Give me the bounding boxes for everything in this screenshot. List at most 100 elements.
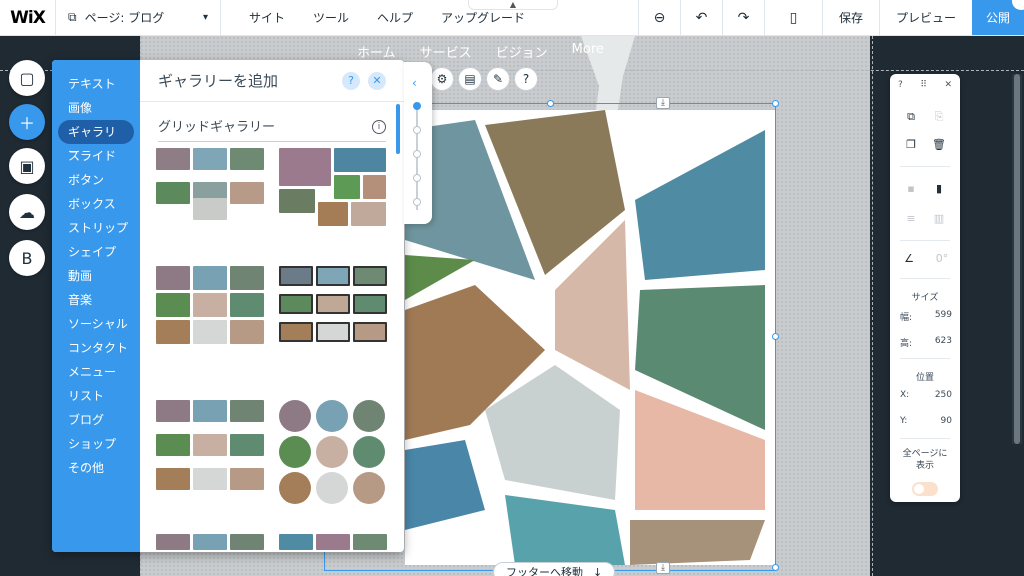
preset-mosaic[interactable] [279,534,387,552]
preset-framed-grid[interactable] [279,266,387,352]
preset-collage[interactable] [279,148,387,234]
category-blog[interactable]: ブログ [52,408,140,432]
category-strip[interactable]: ストリップ [52,216,140,240]
nav-home[interactable]: ホーム [345,38,408,62]
width-value[interactable]: 599 [935,310,952,323]
close-icon[interactable]: ✕ [944,80,952,90]
resize-handle-bottom-right[interactable] [772,564,779,571]
arrange-front-icon[interactable]: ▮ [932,182,946,196]
rotate-icon[interactable]: ∠ [902,252,916,266]
duplicate-icon[interactable]: ❐ [904,138,918,152]
info-icon[interactable]: i [372,120,386,134]
preset-grid-dark-captions[interactable] [156,400,264,490]
height-row[interactable]: 高: 623 [900,336,952,349]
section-dot-4[interactable] [413,174,421,182]
distribute-icon: ▥ [933,212,945,225]
chevron-up-icon: ▲ [509,0,517,9]
section-dot-1[interactable] [413,102,421,110]
canvas-scrollbar[interactable] [1012,74,1022,444]
drag-handle-icon[interactable]: ⠿ [920,80,927,90]
preview-button[interactable]: プレビュー [878,0,972,35]
design-button[interactable]: ✎ [486,67,510,91]
undo-icon: ↶ [695,9,708,26]
left-rail: ▢ ＋ ▣ ☁ B [0,56,54,296]
section-dot-2[interactable] [413,126,421,134]
show-on-all-pages-toggle[interactable] [912,482,938,496]
move-to-footer-button[interactable]: フッターへ移動 ↓ [493,562,616,576]
menu-site[interactable]: サイト [235,9,299,26]
help-icon: ? [522,72,530,86]
y-value[interactable]: 90 [941,416,952,426]
rail-pages-button[interactable]: ▢ [9,60,45,96]
help-icon[interactable]: ? [342,71,360,90]
inspector-header: ? ⠿ ✕ [890,74,960,96]
rail-store-button[interactable]: ▣ [9,148,45,184]
category-slide[interactable]: スライド [52,144,140,168]
copy-icon[interactable]: ⧉ [904,110,918,124]
rotation-value[interactable]: 0° [930,252,954,266]
undo-button[interactable]: ↶ [679,0,722,35]
collapse-topbar-handle[interactable]: ▲ [468,0,558,10]
chevron-left-icon[interactable]: ‹ [412,76,417,90]
divider [900,166,950,167]
size-label: サイズ [911,293,939,303]
anchor-bottom-icon[interactable]: ⤓ [656,562,670,574]
help-button[interactable]: ? [514,67,538,91]
preset-grid-more[interactable] [156,534,264,552]
anchor-icon[interactable]: ⤓ [656,97,670,109]
category-text[interactable]: テキスト [52,72,140,96]
close-icon[interactable]: ✕ [368,71,386,90]
width-row[interactable]: 幅: 599 [900,310,952,323]
category-image[interactable]: 画像 [52,96,140,120]
preset-grid-captions[interactable] [156,148,264,234]
publish-button[interactable]: 公開 [972,0,1024,35]
category-contact[interactable]: コンタクト [52,336,140,360]
chevron-down-icon: ▾ [202,12,208,23]
rail-blog-button[interactable]: B [9,240,45,276]
save-button[interactable]: 保存 [821,0,879,35]
x-row[interactable]: X: 250 [900,390,952,400]
paste-icon: ⎘ [934,110,944,123]
category-shape[interactable]: シェイプ [52,240,140,264]
publish-label: 公開 [985,11,1010,25]
resize-handle-top-right[interactable] [772,100,779,107]
mobile-view-button[interactable]: ▯ [763,0,822,35]
category-list[interactable]: リスト [52,384,140,408]
preset-circles[interactable] [279,400,387,504]
category-box[interactable]: ボックス [52,192,140,216]
help-icon[interactable]: ? [898,80,903,90]
category-other[interactable]: その他 [52,456,140,480]
redo-button[interactable]: ↷ [721,0,764,35]
page-selector[interactable]: ⧉ ページ: ブログ ▾ [56,0,221,35]
nav-vision[interactable]: ビジョン [484,38,560,62]
category-shop[interactable]: ショップ [52,432,140,456]
y-row[interactable]: Y: 90 [900,416,952,426]
layout-icon: ▤ [464,72,476,86]
nav-more[interactable]: More [560,38,616,62]
resize-handle-right[interactable] [772,333,779,340]
menu-upgrade[interactable]: アップグレード [427,9,539,26]
preset-grid[interactable] [156,266,264,352]
height-value[interactable]: 623 [935,336,952,349]
menu-tools[interactable]: ツール [299,9,363,26]
resize-handle-top[interactable] [547,100,554,107]
zoom-button[interactable]: ⊖ [637,0,680,35]
category-gallery[interactable]: ギャラリー [58,120,134,159]
nav-services[interactable]: サービス [408,38,484,62]
rail-upload-button[interactable]: ☁ [9,194,45,230]
category-menu[interactable]: メニュー [52,360,140,384]
menu-help[interactable]: ヘルプ [363,9,427,26]
layout-button[interactable]: ▤ [458,67,482,91]
section-dot-5[interactable] [413,198,421,206]
category-video[interactable]: 動画 [52,264,140,288]
wix-logo[interactable]: WiX [0,0,56,35]
settings-button[interactable]: ⚙ [430,67,454,91]
section-dot-3[interactable] [413,150,421,158]
x-value[interactable]: 250 [935,390,952,400]
rail-add-button[interactable]: ＋ [9,104,45,140]
panel-scrollbar[interactable] [396,104,400,154]
category-music[interactable]: 音楽 [52,288,140,312]
delete-icon[interactable]: 🗑 [932,138,946,152]
category-social[interactable]: ソーシャル [52,312,140,336]
category-button[interactable]: ボタン [52,168,140,192]
